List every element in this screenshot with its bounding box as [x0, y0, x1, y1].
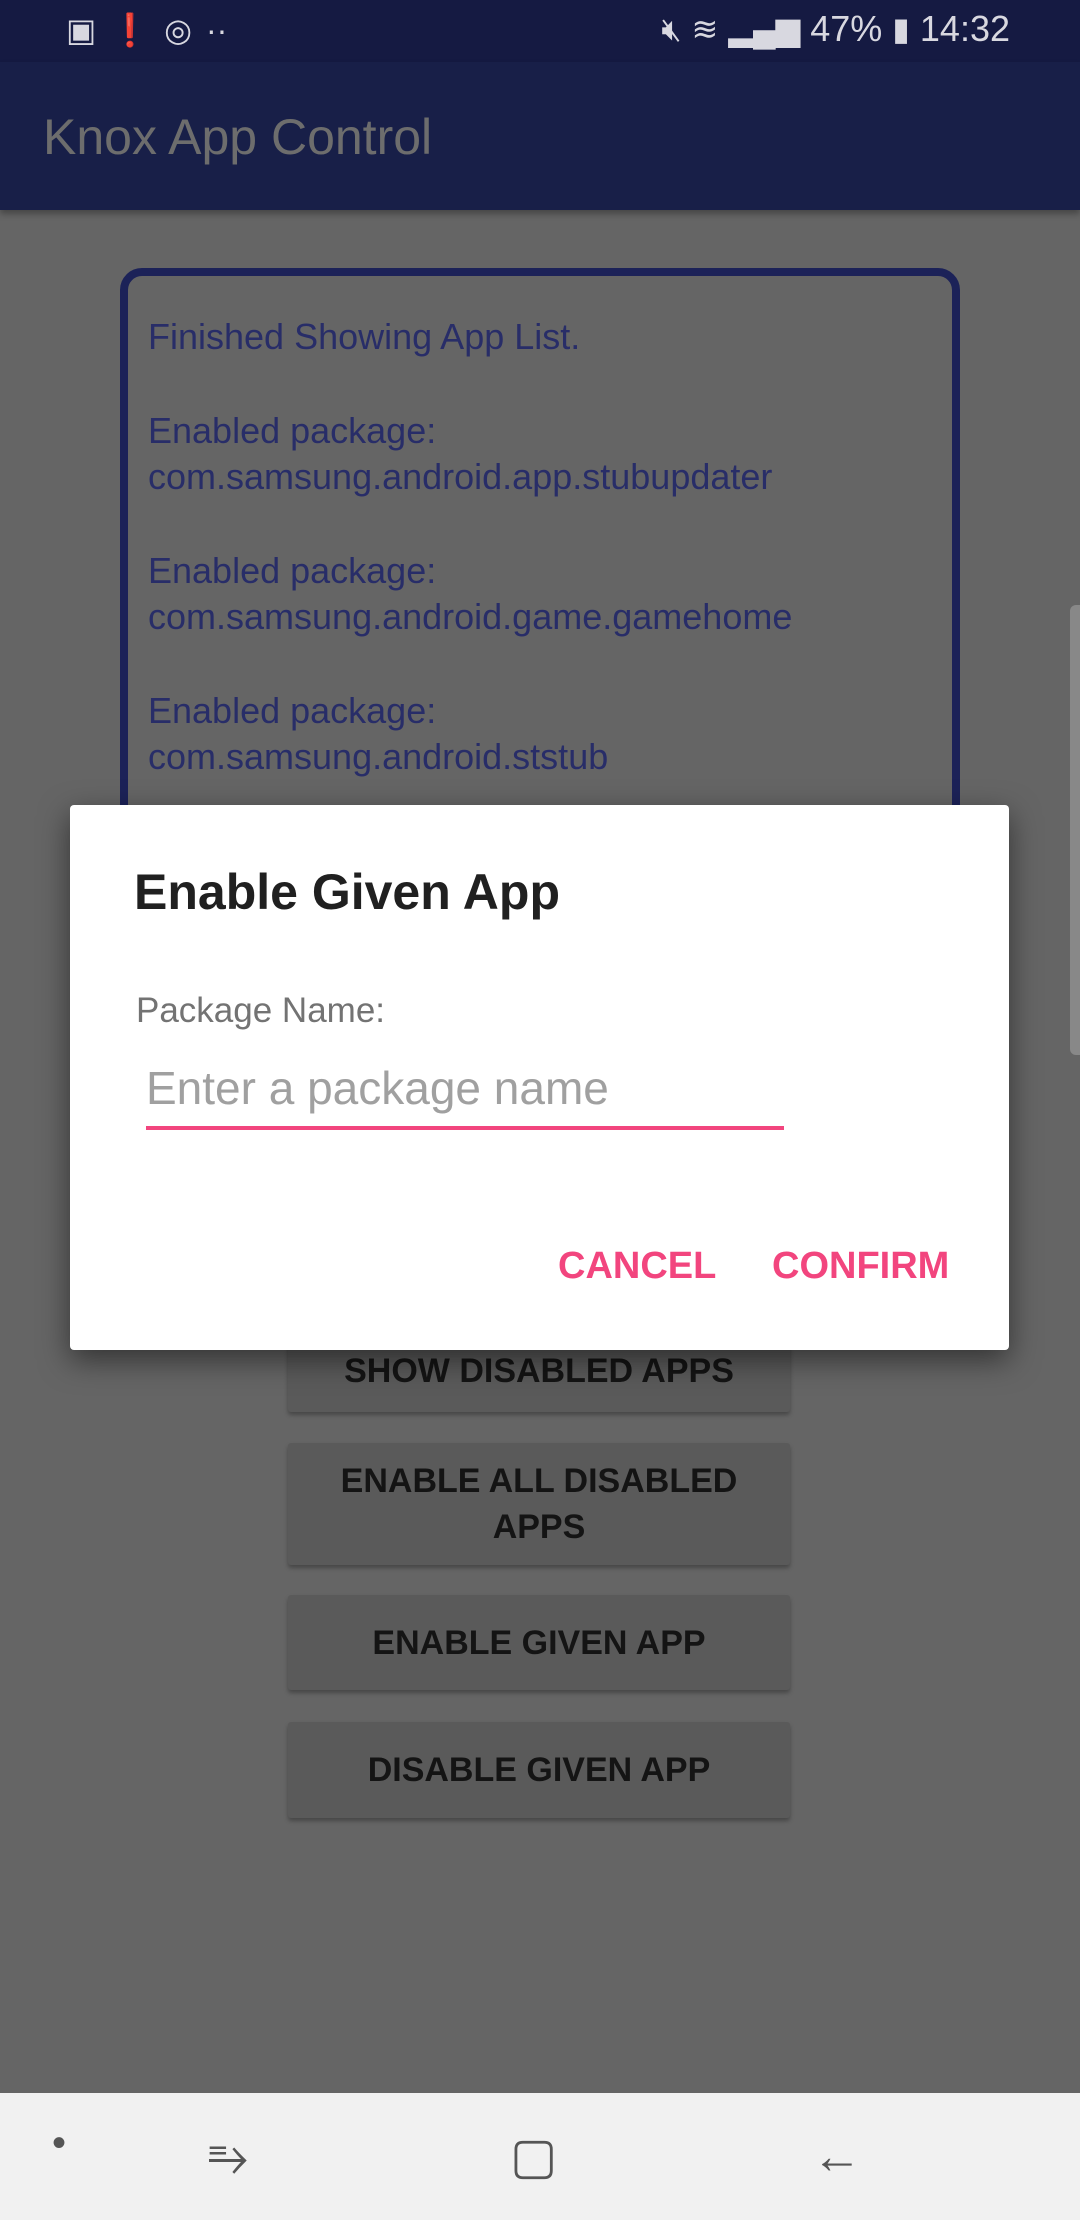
dialog-title: Enable Given App [134, 864, 561, 920]
battery-icon: ▮ [892, 11, 910, 47]
status-bar: ▣ ❗ ◎ ·· 🔇︎ ≋ ▂▄▆ 47% ▮ 14:32 [0, 0, 1080, 62]
enable-given-app-button[interactable]: ENABLE GIVEN APP [288, 1595, 790, 1690]
log-line: Enabled package: com.samsung.android.app… [148, 410, 773, 497]
log-line: Enabled package: com.samsung.android.gam… [148, 550, 793, 637]
sync-icon: ◎ [164, 12, 192, 48]
nav-dot-icon[interactable]: • [52, 2121, 66, 2166]
battery-percent: 47% [810, 8, 883, 49]
more-dots-icon: ·· [206, 12, 228, 48]
enable-given-app-dialog: Enable Given App Package Name: CANCEL CO… [70, 805, 1009, 1350]
navigation-bar: • ⥱ ▢ ← [0, 2093, 1080, 2220]
log-line: Enabled package: com.samsung.android.sts… [148, 690, 609, 777]
recents-icon[interactable]: ⥱ [208, 2127, 248, 2186]
signal-icon: ▂▄▆ [728, 11, 801, 47]
app-bar: Knox App Control [0, 62, 1080, 210]
mute-icon: 🔇︎ [661, 11, 682, 47]
back-icon[interactable]: ← [812, 2127, 862, 2185]
alert-icon: ❗ [110, 12, 151, 48]
confirm-button[interactable]: CONFIRM [772, 1245, 949, 1288]
log-line: Finished Showing App List. [148, 316, 581, 357]
cancel-button[interactable]: CANCEL [558, 1245, 716, 1288]
package-name-input[interactable] [146, 1050, 784, 1130]
log-output: Finished Showing App List. Enabled packa… [120, 268, 960, 828]
package-name-label: Package Name: [136, 991, 386, 1030]
wifi-icon: ≋ [691, 11, 719, 47]
disable-given-app-button[interactable]: DISABLE GIVEN APP [288, 1722, 790, 1818]
scrollbar[interactable] [1070, 605, 1080, 1055]
app-title: Knox App Control [43, 109, 433, 165]
clock: 14:32 [919, 8, 1010, 49]
enable-all-disabled-apps-button[interactable]: ENABLE ALL DISABLED APPS [288, 1443, 790, 1565]
gallery-icon: ▣ [66, 12, 97, 48]
home-icon[interactable]: ▢ [510, 2127, 557, 2185]
